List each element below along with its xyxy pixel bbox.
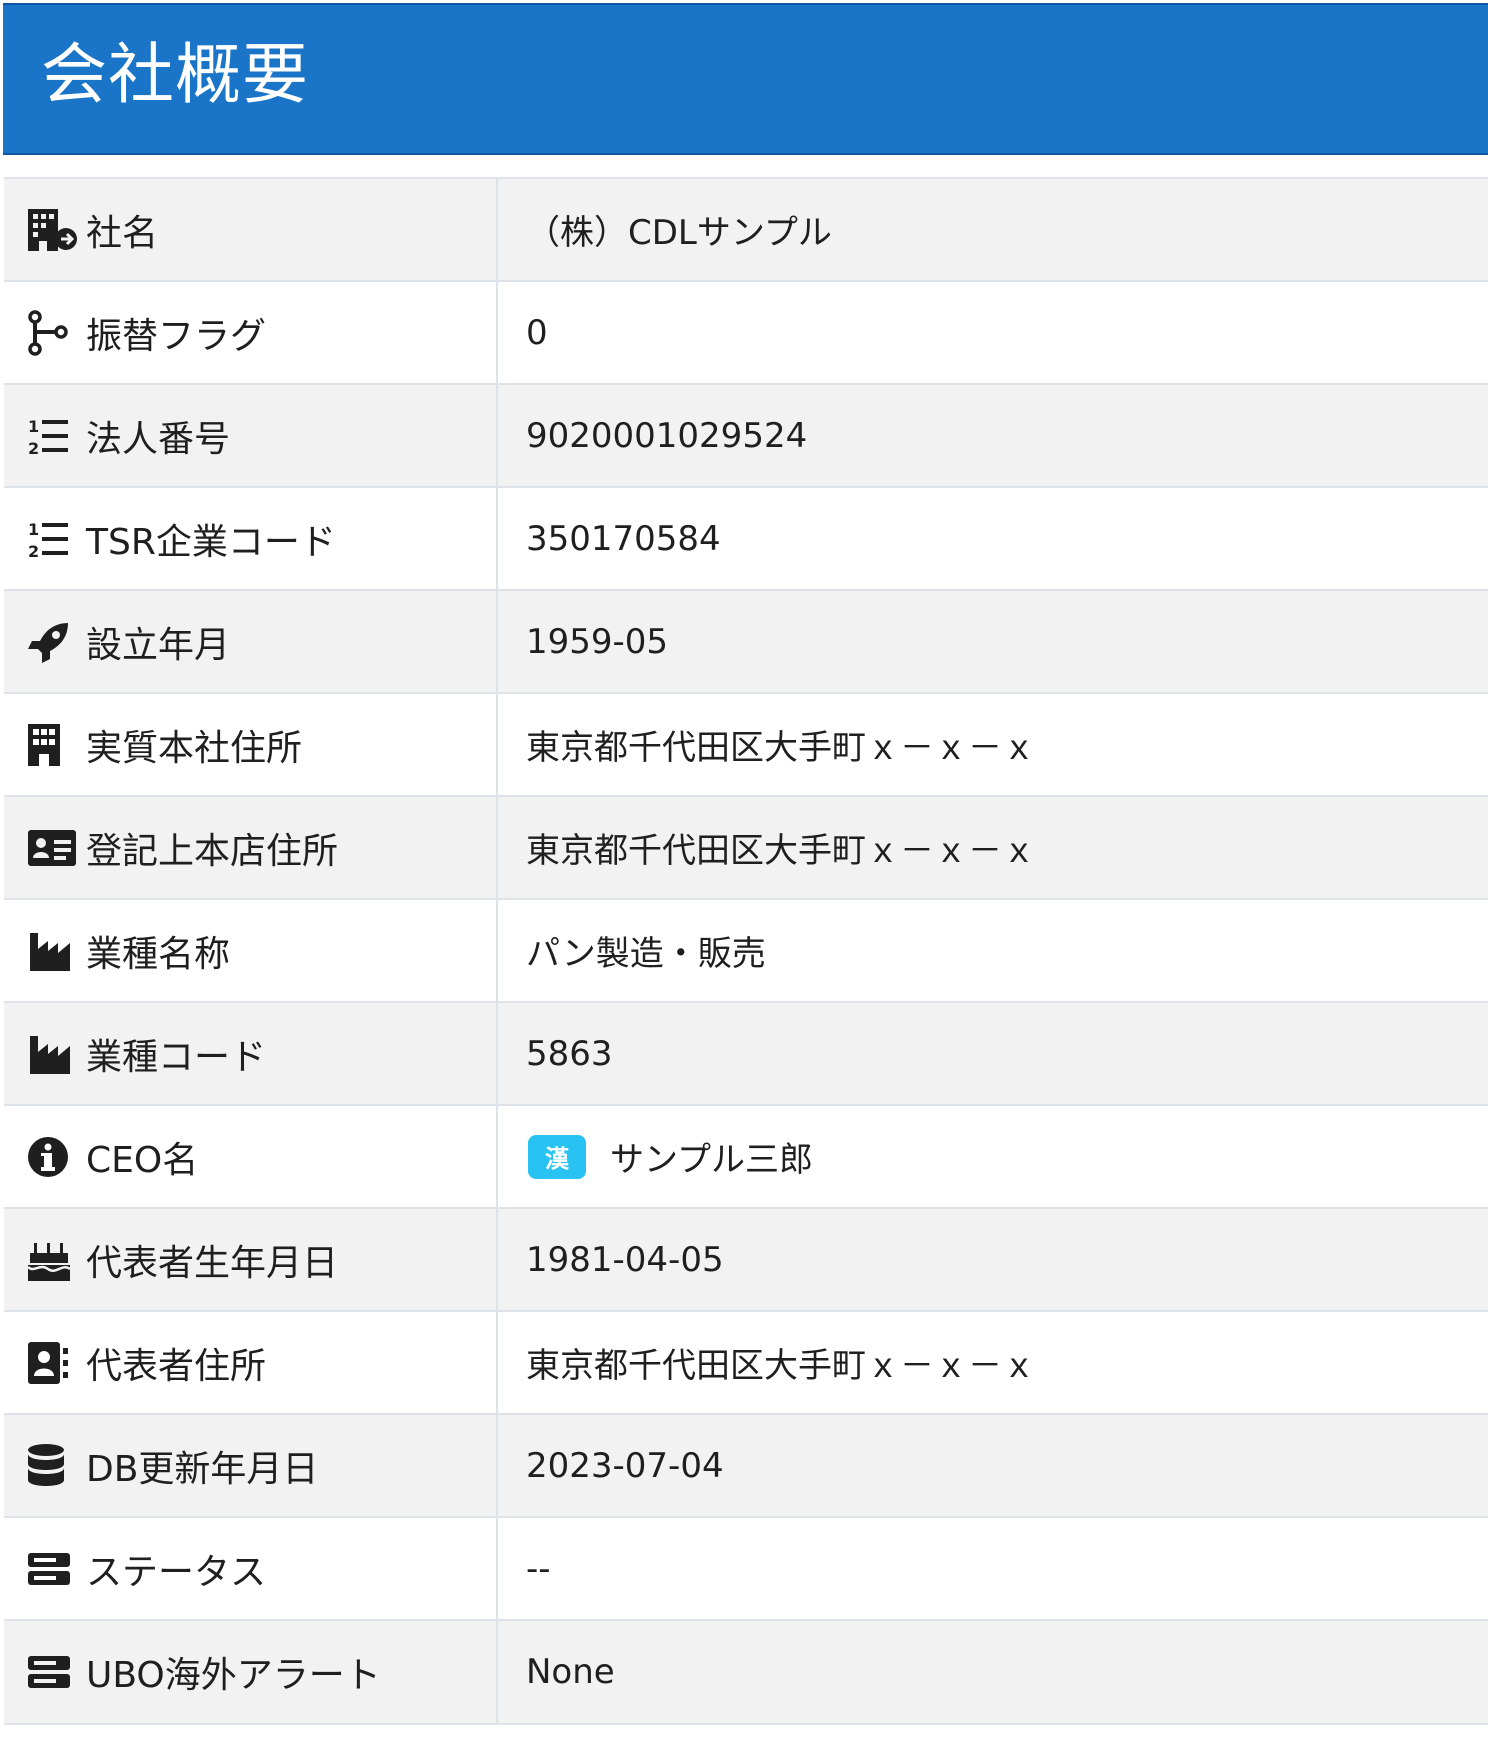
row-label: 法人番号 [86,418,231,460]
row-value: None [526,1652,615,1692]
table-row-ceo-address: 代表者住所 東京都千代田区大手町ｘ－ｘ－ｘ [4,1312,1488,1415]
table-row-established: 設立年月 1959-05 [4,591,1488,694]
row-value: サンプル三郎 [610,1140,813,1180]
table-row-ceo-birthdate: 代表者生年月日 1981-04-05 [4,1209,1488,1312]
table-row-transfer-flag: 振替フラグ 0 [4,282,1488,385]
row-value: 1981-04-05 [526,1239,724,1280]
row-value: -- [526,1548,551,1589]
rocket-icon [26,617,82,667]
table-row-industry-code: 業種コード 5863 [4,1003,1488,1106]
row-label-cell: 業種コード [4,1003,498,1104]
row-label-cell: 1 2 法人番号 [4,385,498,486]
row-label: 実質本社住所 [86,727,303,769]
svg-text:1: 1 [28,520,39,539]
row-label: 代表者生年月日 [86,1242,339,1284]
row-label-cell: CEO名 [4,1106,498,1207]
row-label-cell: 1 2 TSR企業コード [4,488,498,589]
row-value: 9020001029524 [526,415,808,456]
birthday-cake-icon [26,1235,82,1285]
row-value: 5863 [526,1033,613,1074]
row-label: 振替フラグ [86,315,267,357]
kanji-badge: 漢 [528,1134,586,1179]
row-label: 業種名称 [86,933,231,975]
row-label-cell: 設立年月 [4,591,498,692]
row-value: 1959-05 [526,621,669,662]
table-row-corporate-number: 1 2 法人番号 9020001029524 [4,385,1488,488]
table-row-status: ステータス -- [4,1518,1488,1621]
server-icon [26,1647,82,1697]
numbered-list-icon: 1 2 [26,514,82,564]
row-label: 設立年月 [86,624,231,666]
row-label-cell: ステータス [4,1518,498,1619]
row-label: TSR企業コード [86,521,336,563]
info-circle-icon [26,1132,82,1182]
row-label: ステータス [86,1551,267,1593]
industry-icon [26,926,82,976]
industry-icon [26,1029,82,1079]
row-value: パン製造・販売 [526,934,766,974]
table-row-industry-name: 業種名称 パン製造・販売 [4,900,1488,1003]
row-value-cell: 漢 サンプル三郎 [498,1106,1488,1207]
row-value: 東京都千代田区大手町ｘ－ｘ－ｘ [526,1346,1036,1386]
database-icon [26,1441,82,1491]
table-row-db-updated: DB更新年月日 2023-07-04 [4,1415,1488,1518]
row-label-cell: 実質本社住所 [4,694,498,795]
address-book-icon [26,1338,82,1388]
svg-text:2: 2 [28,542,39,561]
table-row-ubo-alert: UBO海外アラート None [4,1621,1488,1725]
server-icon [26,1544,82,1594]
row-label-cell: 代表者住所 [4,1312,498,1413]
table-row-company-name: 社名 （株）CDLサンプル [4,179,1488,282]
row-label: CEO名 [86,1139,199,1181]
row-value: 東京都千代田区大手町ｘ－ｘ－ｘ [526,831,1036,871]
table-row-ceo-name: CEO名 漢 サンプル三郎 [4,1106,1488,1209]
row-label: 社名 [86,212,159,254]
row-label: 代表者住所 [86,1345,267,1387]
row-label: 業種コード [86,1036,267,1078]
table-row-registered-address: 登記上本店住所 東京都千代田区大手町ｘ－ｘ－ｘ [4,797,1488,900]
row-label-cell: 振替フラグ [4,282,498,383]
page-title: 会社概要 [41,36,309,113]
row-label: UBO海外アラート [86,1655,381,1696]
table-row-tsr-code: 1 2 TSR企業コード 350170584 [4,488,1488,591]
row-label-cell: 業種名称 [4,900,498,1001]
building-icon [26,720,82,770]
row-label-cell: 登記上本店住所 [4,797,498,898]
row-label-cell: 社名 [4,179,498,280]
row-label-cell: 代表者生年月日 [4,1209,498,1310]
table-row-hq-address: 実質本社住所 東京都千代田区大手町ｘ－ｘ－ｘ [4,694,1488,797]
company-overview-table: 社名 （株）CDLサンプル 振替フラグ 0 1 2 法人番号 902000102… [4,177,1488,1725]
row-label: DB更新年月日 [86,1448,319,1490]
branch-icon [26,308,82,358]
row-value: 350170584 [526,518,721,559]
svg-text:2: 2 [28,439,39,458]
row-label: 登記上本店住所 [86,830,339,872]
building-add-icon [26,205,82,255]
numbered-list-icon: 1 2 [26,411,82,461]
svg-text:1: 1 [28,417,39,436]
row-label-cell: DB更新年月日 [4,1415,498,1516]
id-card-icon [26,823,82,873]
row-value: 東京都千代田区大手町ｘ－ｘ－ｘ [526,728,1036,768]
row-value: 0 [526,312,548,353]
page-header: 会社概要 [3,3,1488,155]
row-label-cell: UBO海外アラート [4,1621,498,1723]
row-value: 2023-07-04 [526,1445,724,1486]
row-value: （株）CDLサンプル [526,213,832,253]
